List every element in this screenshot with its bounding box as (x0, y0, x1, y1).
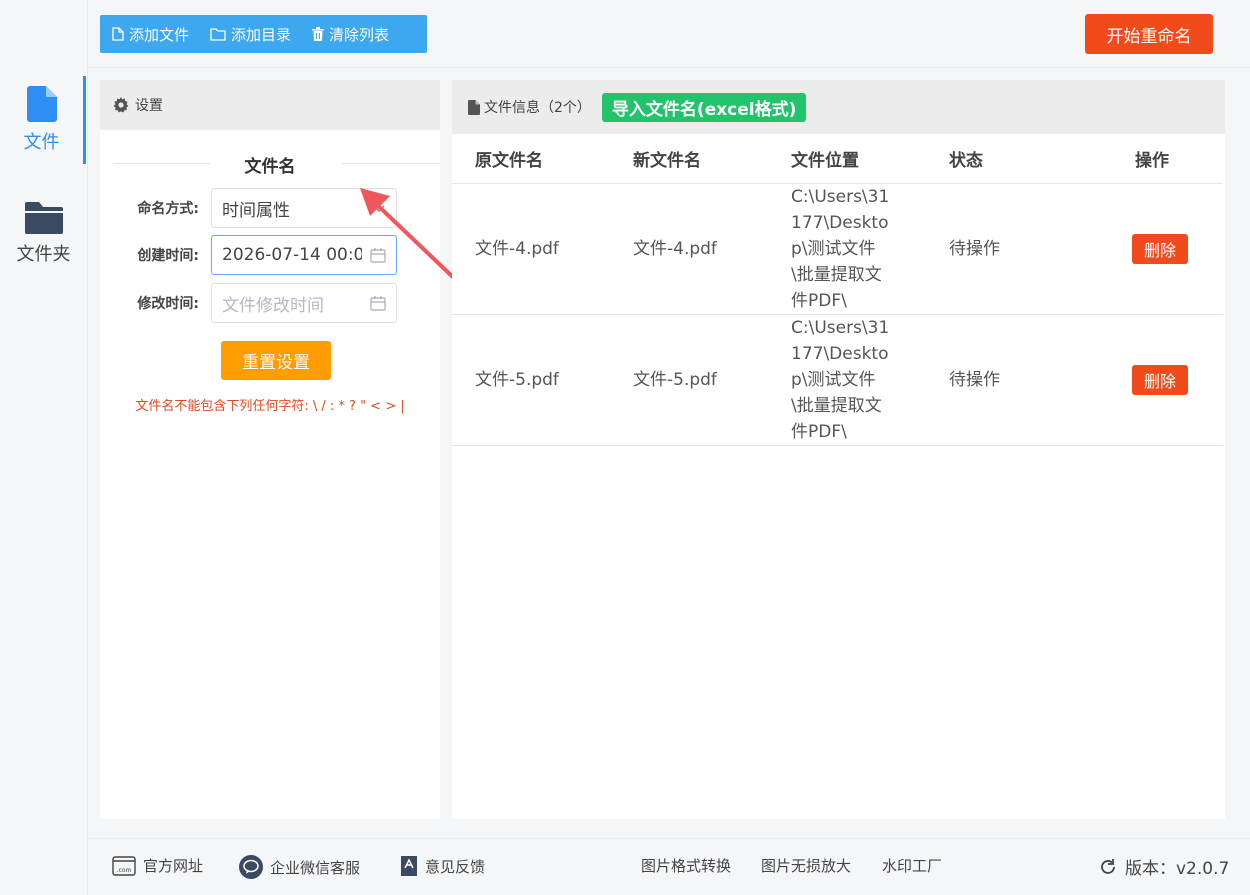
nav-item-folder[interactable]: 文件夹 (0, 190, 87, 278)
file-count-label: 文件信息（2个） (484, 100, 591, 116)
image-convert-link[interactable]: 图片格式转换 (641, 855, 731, 876)
add-dir-label: 添加目录 (231, 25, 292, 44)
column-header-action: 操作 (1112, 134, 1223, 184)
cell-action: 删除 (1112, 314, 1223, 446)
watermark-label: 水印工厂 (882, 857, 943, 875)
naming-value: 时间属性 (222, 200, 290, 221)
feedback-link[interactable]: 意见反馈 (400, 855, 485, 877)
feedback-icon (401, 856, 417, 876)
cell-status: 待操作 (926, 314, 1112, 446)
website-label: 官方网址 (143, 857, 204, 875)
invalid-chars-warning: 文件名不能包含下列任何字符: \ / : * ? " < > | (135, 399, 405, 414)
table-header-row: 原文件名 新文件名 文件位置 状态 操作 (452, 134, 1223, 184)
image-enlarge-label: 图片无损放大 (761, 857, 852, 875)
table-row: 文件-4.pdf 文件-4.pdf C:\Users\31177\Desktop… (452, 183, 1223, 315)
clear-list-button[interactable]: 清除列表 (312, 24, 389, 45)
file-list-header: 文件信息（2个） 导入文件名(excel格式) (452, 80, 1225, 134)
cell-path: C:\Users\31177\Desktop\测试文件\批量提取文件PDF\ (768, 314, 926, 446)
delete-button[interactable]: 删除 (1132, 233, 1188, 264)
calendar-icon (370, 296, 386, 311)
cell-original-name: 文件-4.pdf (452, 183, 610, 315)
cell-new-name: 文件-4.pdf (610, 183, 768, 315)
nav-item-files[interactable]: 文件 (0, 76, 86, 164)
settings-header: 设置 (100, 80, 440, 130)
chevron-down-icon (373, 205, 385, 213)
column-header-status: 状态 (926, 134, 1112, 184)
modify-time-label: 修改时间: (137, 296, 199, 312)
naming-label: 命名方式: (137, 201, 199, 217)
cell-original-name: 文件-5.pdf (452, 314, 610, 446)
file-icon (26, 86, 57, 122)
folder-outline-icon (210, 27, 226, 41)
footer-bar: .com 官方网址 企业微信客服 意见反馈 图片格式转换 图片无损放大 水印工厂… (88, 838, 1250, 895)
cell-action: 删除 (1112, 183, 1223, 315)
cell-status: 待操作 (926, 183, 1112, 315)
section-title: 文件名 (244, 157, 296, 177)
file-table: 原文件名 新文件名 文件位置 状态 操作 文件-4.pdf 文件-4.pdf C… (452, 134, 1223, 446)
table-row: 文件-5.pdf 文件-5.pdf C:\Users\31177\Desktop… (452, 314, 1223, 446)
modify-time-placeholder: 文件修改时间 (222, 295, 324, 316)
cell-path: C:\Users\31177\Desktop\测试文件\批量提取文件PDF\ (768, 183, 926, 315)
modify-time-input[interactable]: 文件修改时间 (211, 283, 397, 323)
settings-title: 设置 (135, 98, 163, 114)
column-header-path: 文件位置 (768, 134, 926, 184)
website-icon: .com (112, 855, 136, 876)
column-header-original: 原文件名 (452, 134, 610, 184)
add-file-button[interactable]: 添加文件 (112, 24, 189, 45)
image-enlarge-link[interactable]: 图片无损放大 (761, 855, 851, 876)
document-icon (468, 99, 480, 115)
file-list-panel: 文件信息（2个） 导入文件名(excel格式) 原文件名 新文件名 文件位置 状… (452, 80, 1225, 819)
toolbar-button-group: 添加文件 添加目录 清除列表 (100, 15, 427, 53)
modify-time-row: 修改时间: 文件修改时间 (100, 283, 440, 323)
left-nav: 文件 文件夹 (0, 0, 88, 895)
settings-panel: 设置 文件名 命名方式: 时间属性 创建时间: 2026-07-14 00:00… (100, 80, 440, 819)
folder-icon (24, 202, 63, 234)
naming-row: 命名方式: 时间属性 (100, 188, 440, 228)
wechat-icon (239, 855, 263, 879)
top-toolbar: 添加文件 添加目录 清除列表 开始重命名 (88, 0, 1250, 68)
wechat-support-link[interactable]: 企业微信客服 (239, 855, 360, 879)
nav-files-label: 文件 (23, 132, 60, 153)
create-time-row: 创建时间: 2026-07-14 00:00 (100, 235, 440, 275)
wechat-label: 企业微信客服 (270, 858, 361, 877)
version-label: 版本：v2.0.7 (1125, 859, 1230, 879)
nav-folder-label: 文件夹 (16, 244, 71, 265)
image-convert-label: 图片格式转换 (641, 857, 732, 875)
create-time-label: 创建时间: (137, 248, 199, 264)
feedback-label: 意见反馈 (425, 857, 486, 876)
start-rename-button[interactable]: 开始重命名 (1085, 14, 1213, 54)
create-time-value: 2026-07-14 00:00 (222, 245, 362, 265)
trash-icon (312, 27, 325, 41)
import-excel-button[interactable]: 导入文件名(excel格式) (601, 92, 807, 122)
svg-text:.com: .com (117, 867, 132, 874)
column-header-new: 新文件名 (610, 134, 768, 184)
watermark-link[interactable]: 水印工厂 (882, 855, 942, 876)
reset-settings-button[interactable]: 重置设置 (221, 341, 331, 380)
delete-button[interactable]: 删除 (1132, 364, 1188, 395)
create-time-input[interactable]: 2026-07-14 00:00 (211, 235, 397, 275)
calendar-icon (370, 248, 386, 263)
clear-list-label: 清除列表 (329, 25, 390, 44)
add-dir-button[interactable]: 添加目录 (210, 24, 291, 45)
file-outline-icon (112, 27, 124, 41)
add-file-label: 添加文件 (129, 25, 190, 44)
cell-new-name: 文件-5.pdf (610, 314, 768, 446)
website-link[interactable]: .com 官方网址 (112, 855, 203, 876)
section-divider-right (342, 163, 440, 164)
gear-icon (113, 97, 129, 113)
refresh-icon (1101, 858, 1115, 874)
naming-select[interactable]: 时间属性 (211, 188, 397, 228)
version-info[interactable]: 版本：v2.0.7 (1098, 854, 1229, 879)
